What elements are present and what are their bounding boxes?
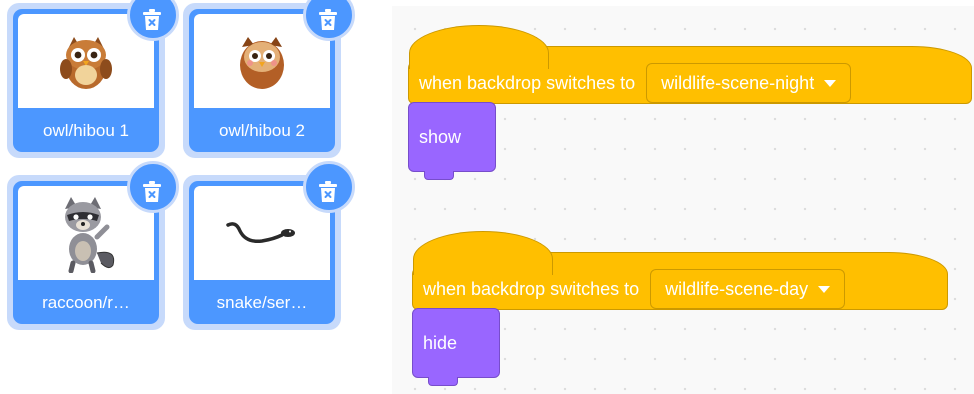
block-text: when backdrop switches to [423,278,640,299]
sprite-tile-owl-2[interactable]: owl/hibou 2 [183,0,355,158]
hide-block[interactable]: hide [412,308,500,378]
block-text: when backdrop switches to [419,72,636,93]
when-backdrop-switches-block[interactable]: when backdrop switches to wildlife-scene… [412,231,948,310]
code-area[interactable]: when backdrop switches to wildlife-scene… [392,6,974,394]
caret-down-icon [818,285,831,293]
block-text: show [419,126,462,147]
dropdown-value: wildlife-scene-night [661,72,815,93]
backdrop-dropdown[interactable]: wildlife-scene-night [646,63,852,103]
trash-icon [319,181,337,202]
delete-button[interactable] [127,161,179,213]
sprite-name: raccoon/r… [42,292,130,312]
caret-down-icon [824,79,837,87]
sprite-name: snake/ser… [216,292,308,312]
show-block[interactable]: show [408,102,496,172]
trash-icon [143,9,161,30]
when-backdrop-switches-block[interactable]: when backdrop switches to wildlife-scene… [408,25,972,104]
trash-icon [143,181,161,202]
sprite-tile-snake[interactable]: snake/ser… [183,161,355,330]
trash-icon [319,9,337,30]
backdrop-dropdown[interactable]: wildlife-scene-day [650,269,846,309]
sprite-name: owl/hibou 1 [42,120,129,140]
delete-button[interactable] [303,161,355,213]
dropdown-value: wildlife-scene-day [665,278,809,299]
sprite-name: owl/hibou 2 [218,120,305,140]
block-text: hide [423,332,458,353]
sprite-tile-raccoon[interactable]: raccoon/r… [7,161,179,330]
sprite-tile-owl-1[interactable]: owl/hibou 1 [7,0,179,158]
